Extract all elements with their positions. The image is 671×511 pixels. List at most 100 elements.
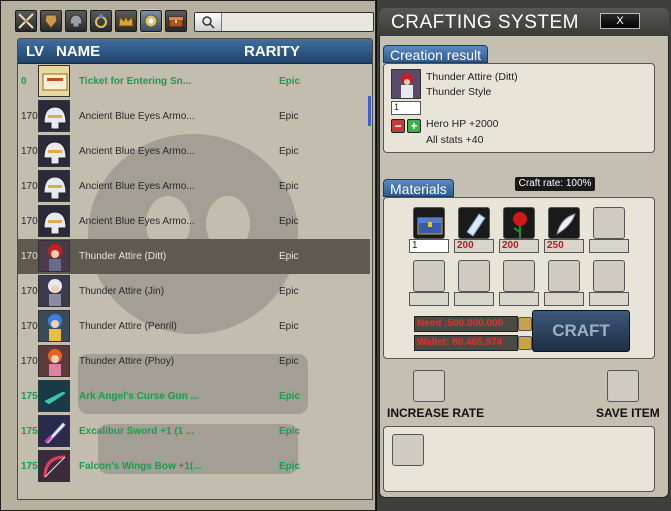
- item-name: Excalibur Sword +1 (1 ...: [79, 426, 195, 437]
- item-icon: [38, 240, 70, 272]
- material-slot[interactable]: [413, 207, 445, 239]
- item-icon: [38, 135, 70, 167]
- need-amount: Need :500.000.000: [414, 316, 518, 332]
- result-stat-all: All stats +40: [426, 134, 484, 146]
- search-input[interactable]: [223, 13, 371, 31]
- item-name: Ancient Blue Eyes Armo...: [79, 111, 195, 122]
- list-item[interactable]: 170 Thunder Attire (Ditt) Epic: [18, 239, 370, 274]
- tab-materials: Materials: [383, 179, 454, 197]
- list-item[interactable]: 170 Ancient Blue Eyes Armo... Epic: [18, 204, 370, 239]
- item-icon: [38, 415, 70, 447]
- item-rarity: Epic: [279, 76, 301, 87]
- armor-icon: [44, 14, 58, 29]
- search-button[interactable]: [195, 13, 222, 31]
- extra-item-slot[interactable]: [392, 434, 424, 466]
- item-icon: [38, 65, 70, 97]
- material-slot[interactable]: [503, 260, 535, 292]
- list-item[interactable]: 0 Ticket for Entering Sn... Epic: [18, 64, 370, 99]
- result-stat-hp: Hero HP +2000: [426, 118, 499, 130]
- column-rarity[interactable]: RARITY: [244, 43, 300, 60]
- search-box: [194, 12, 374, 32]
- material-slot[interactable]: [548, 260, 580, 292]
- material-quantity: 250: [544, 239, 584, 253]
- item-rarity: Epic: [279, 216, 299, 227]
- result-item-icon[interactable]: [391, 69, 421, 99]
- save-item-slot[interactable]: [607, 370, 639, 402]
- category-crown-button[interactable]: [115, 10, 137, 32]
- material-slot[interactable]: [593, 207, 625, 239]
- material-quantity: [544, 292, 584, 306]
- item-name: Falcon's Wings Bow +1(...: [79, 461, 202, 472]
- category-helmet-button[interactable]: [65, 10, 87, 32]
- list-item[interactable]: 170 Ancient Blue Eyes Armo... Epic: [18, 134, 370, 169]
- material-quantity: 1: [409, 239, 449, 253]
- material-quantity: [409, 292, 449, 306]
- increase-rate-slot[interactable]: [413, 370, 445, 402]
- creation-result-section: Thunder Attire (Ditt) Thunder Style 1 − …: [383, 63, 655, 153]
- column-name[interactable]: NAME: [56, 43, 100, 60]
- list-item[interactable]: 170 Ancient Blue Eyes Armo... Epic: [18, 169, 370, 204]
- bottom-section: [383, 426, 655, 492]
- list-item[interactable]: 170 Thunder Attire (Jin) Epic: [18, 274, 370, 309]
- item-rarity: Epic: [279, 321, 299, 332]
- craft-button[interactable]: CRAFT: [532, 310, 630, 352]
- item-name: Thunder Attire (Penril): [79, 321, 177, 332]
- title-bar[interactable]: CRAFTING SYSTEM X: [379, 8, 669, 36]
- chest-icon: [168, 16, 184, 28]
- chest-icon: [414, 208, 444, 238]
- quantity-input[interactable]: 1: [391, 101, 421, 115]
- category-accessory-button[interactable]: [139, 9, 163, 33]
- column-lv[interactable]: LV: [26, 43, 44, 60]
- tab-creation-result: Creation result: [383, 45, 489, 63]
- list-item[interactable]: 175 Excalibur Sword +1 (1 ... Epic: [18, 414, 370, 449]
- crafting-window: CRAFTING SYSTEM X Creation result Thunde…: [376, 0, 671, 511]
- list-header: LV NAME RARITY: [18, 39, 372, 64]
- item-list-panel: LV NAME RARITY 0 Ticket for Entering Sn..…: [17, 38, 373, 500]
- list-item[interactable]: 175 Falcon's Wings Bow +1(... Epic: [18, 449, 370, 484]
- item-icon: [38, 100, 70, 132]
- decrease-quantity-button[interactable]: −: [391, 119, 405, 133]
- item-icon: [38, 310, 70, 342]
- item-rarity: Epic: [279, 391, 301, 402]
- crossed-swords-icon: [18, 13, 34, 29]
- list-body[interactable]: 0 Ticket for Entering Sn... Epic 170 Ancient…: [18, 64, 372, 499]
- item-rarity: Epic: [279, 461, 301, 472]
- category-toolbar: [15, 9, 187, 36]
- category-armor-button[interactable]: [40, 10, 62, 32]
- save-item-label: SAVE ITEM: [596, 406, 660, 420]
- close-button[interactable]: X: [600, 13, 640, 29]
- item-rarity: Epic: [279, 146, 299, 157]
- list-item[interactable]: 170 Thunder Attire (Penril) Epic: [18, 309, 370, 344]
- list-item[interactable]: 175 Ark Angel's Curse Gun ... Epic: [18, 379, 370, 414]
- material-slot[interactable]: [413, 260, 445, 292]
- coin-icon: [518, 336, 532, 350]
- item-name: Thunder Attire (Ditt): [79, 251, 167, 262]
- category-weapons-button[interactable]: [15, 10, 37, 32]
- material-slot[interactable]: [458, 207, 490, 239]
- increase-quantity-button[interactable]: +: [407, 119, 421, 133]
- item-rarity: Epic: [279, 181, 299, 192]
- material-slot[interactable]: [548, 207, 580, 239]
- category-ring-button[interactable]: [90, 10, 112, 32]
- accessory-icon: [144, 14, 158, 28]
- material-quantity: [589, 292, 629, 306]
- material-slot[interactable]: [458, 260, 490, 292]
- item-rarity: Epic: [279, 286, 299, 297]
- material-slot[interactable]: [593, 260, 625, 292]
- material-slot[interactable]: [503, 207, 535, 239]
- craft-rate-display: Craft rate: 100%: [515, 177, 595, 191]
- result-item-type: Thunder Style: [426, 86, 492, 98]
- item-icon: [38, 345, 70, 377]
- crystal-icon: [459, 208, 489, 238]
- increase-rate-label: INCREASE RATE: [387, 406, 485, 420]
- item-icon: [38, 170, 70, 202]
- list-item[interactable]: 170 Ancient Blue Eyes Armo... Epic: [18, 99, 370, 134]
- category-chest-button[interactable]: [165, 10, 187, 32]
- material-quantity: 200: [499, 239, 539, 253]
- list-item[interactable]: 170 Thunder Attire (Phoy) Epic: [18, 344, 370, 379]
- item-name: Ark Angel's Curse Gun ...: [79, 391, 199, 402]
- item-name: Thunder Attire (Phoy): [79, 356, 175, 367]
- search-icon: [202, 16, 215, 29]
- item-name: Ancient Blue Eyes Armo...: [79, 216, 195, 227]
- feather-icon: [549, 208, 579, 238]
